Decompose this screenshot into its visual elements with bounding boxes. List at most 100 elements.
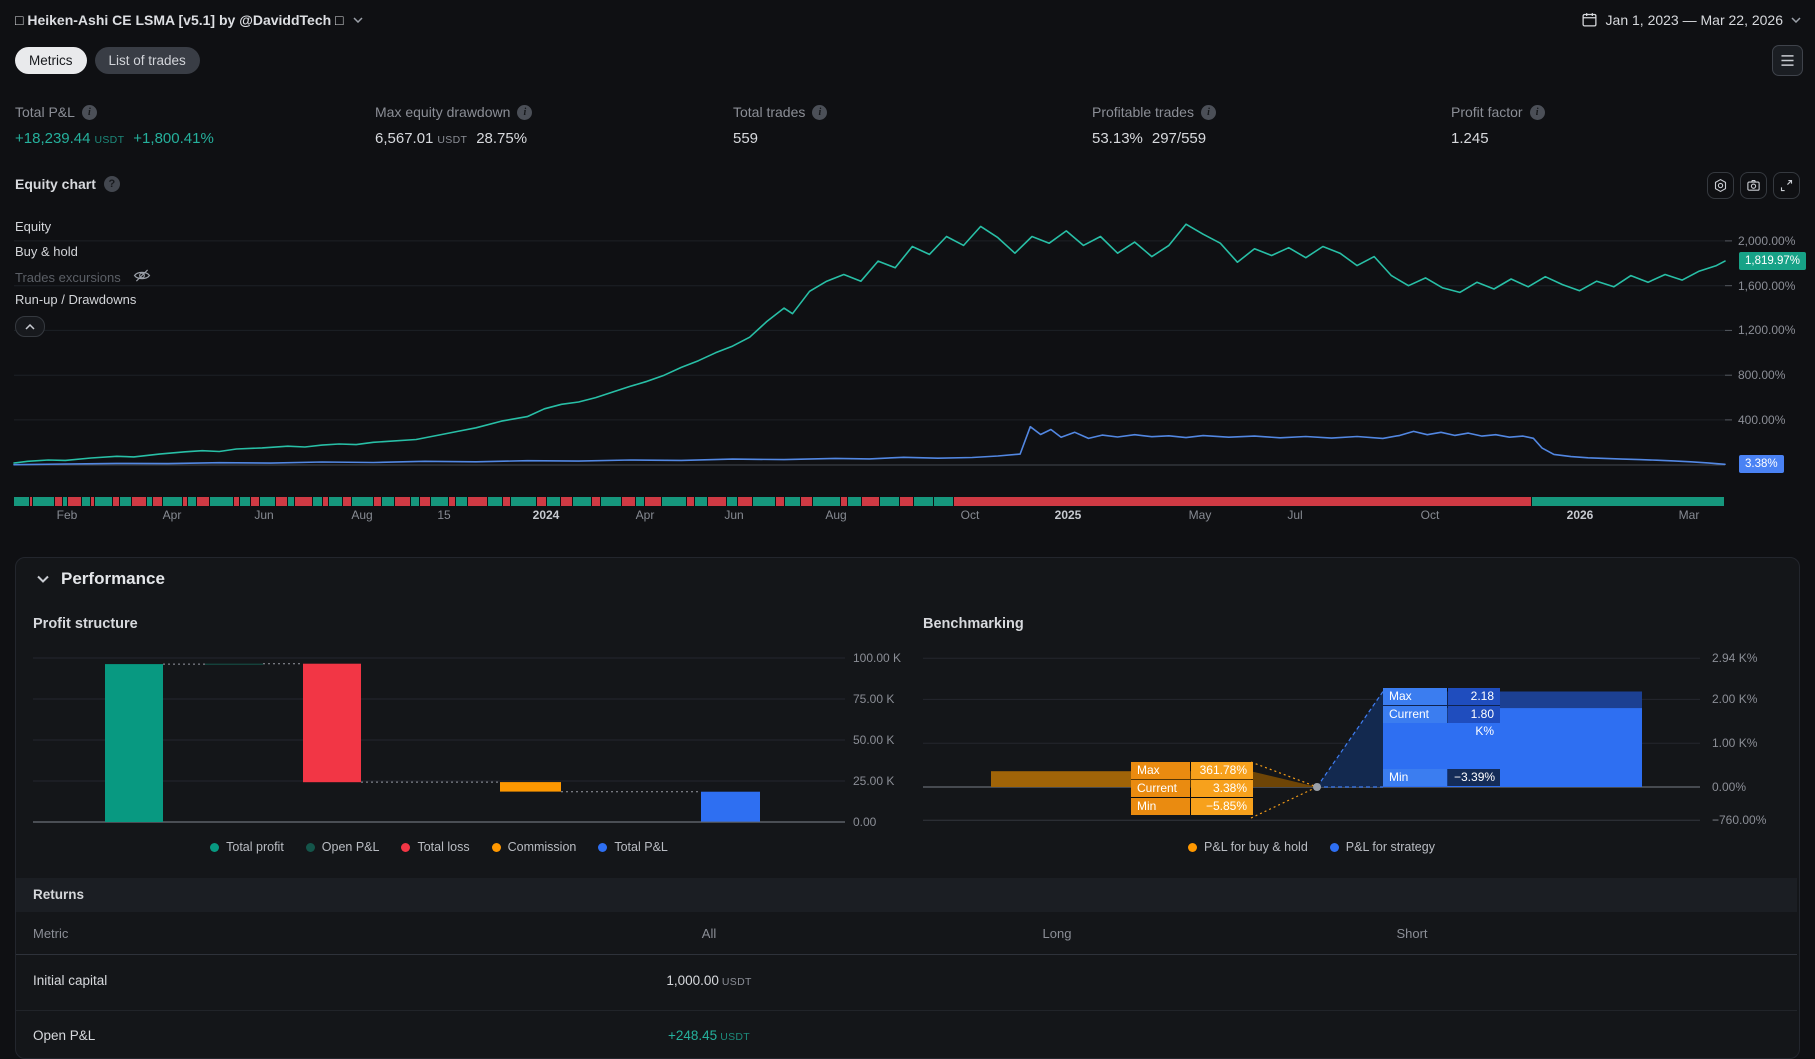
x-axis-label: Jun bbox=[254, 508, 274, 522]
stat-label: Max bbox=[1383, 688, 1447, 705]
performance-title: Performance bbox=[61, 569, 165, 588]
x-axis-label: Mar bbox=[1678, 508, 1700, 522]
calendar-icon bbox=[1582, 13, 1597, 27]
legend-chip-commission[interactable]: Commission bbox=[491, 840, 576, 854]
stat-value: −3.39% bbox=[1448, 769, 1500, 786]
profit-y-tick: 50.00 K bbox=[853, 733, 895, 747]
legend-dot bbox=[210, 842, 220, 852]
x-axis-label: Feb bbox=[56, 508, 78, 522]
legend-dot bbox=[1329, 842, 1339, 852]
benchmark-y-tick: 0.00% bbox=[1712, 780, 1747, 794]
chart-snapshot-button[interactable] bbox=[1740, 172, 1767, 199]
returns-section-header: Returns bbox=[16, 878, 1797, 912]
profit-y-tick: 0.00 bbox=[853, 815, 877, 829]
metric-value: 6,567.01 USDT 28.75% bbox=[375, 130, 528, 147]
benchmarking-title: Benchmarking bbox=[923, 616, 1024, 632]
fullscreen-button[interactable] bbox=[1773, 172, 1800, 199]
equity-y-tick: 1,200.00% bbox=[1738, 323, 1796, 338]
x-axis-label: Jun bbox=[724, 508, 744, 522]
stat-label: Min bbox=[1383, 769, 1447, 786]
info-icon[interactable]: i bbox=[1529, 104, 1545, 120]
legend-chip-total-profit[interactable]: Total profit bbox=[210, 840, 284, 854]
metric-label: Total P&L i bbox=[15, 104, 214, 120]
equity-y-tick: 400.00% bbox=[1738, 412, 1786, 427]
strategy-selector[interactable]: □ Heiken-Ashi CE LSMA [v5.1] by @DaviddT… bbox=[15, 12, 363, 28]
x-axis-label: 2025 bbox=[1054, 508, 1082, 522]
x-axis-label: May bbox=[1188, 508, 1212, 522]
legend-item-run-up-drawdowns[interactable]: Run-up / Drawdowns bbox=[15, 292, 136, 307]
metric-label: Profit factor i bbox=[1451, 104, 1545, 120]
equity-y-tick: 800.00% bbox=[1738, 368, 1786, 383]
x-axis-label: 2026 bbox=[1566, 508, 1594, 522]
chevron-down-icon bbox=[37, 575, 49, 583]
metric-value: 53.13% 297/559 bbox=[1092, 130, 1207, 147]
performance-header[interactable]: Performance bbox=[37, 569, 165, 589]
panel-layout-button[interactable] bbox=[1772, 45, 1803, 76]
strategy-title: □ Heiken-Ashi CE LSMA [v5.1] by @DaviddT… bbox=[15, 12, 344, 28]
legend-dot bbox=[401, 842, 411, 852]
metric-profitable-trades: Profitable trades i 53.13% 297/559 bbox=[1092, 104, 1216, 147]
equity-y-tick: 1,600.00% bbox=[1738, 278, 1796, 293]
legend-dot bbox=[1188, 842, 1198, 852]
table-divider bbox=[16, 954, 1797, 955]
price-badge-buy-hold: 3.38% bbox=[1739, 455, 1784, 474]
x-axis-label: Oct bbox=[960, 508, 980, 522]
legend-chip-total-loss[interactable]: Total loss bbox=[401, 840, 470, 854]
legend-chip-open-p-l[interactable]: Open P&L bbox=[305, 840, 379, 854]
metric-value: 1.245 bbox=[1451, 130, 1489, 147]
stat-label: Current bbox=[1131, 780, 1190, 797]
x-axis-label: 15 bbox=[437, 508, 451, 522]
metric-max-equity-drawdown: Max equity drawdown i 6,567.01 USDT 28.75% bbox=[375, 104, 533, 147]
legend-item-equity[interactable]: Equity bbox=[15, 219, 51, 234]
metric-label: Profitable trades i bbox=[1092, 104, 1216, 120]
stat-value: 1.80 K% bbox=[1448, 706, 1500, 738]
returns-col-long: Long bbox=[1042, 926, 1072, 941]
benchmark-y-tick: 2.00 K% bbox=[1712, 692, 1758, 707]
x-axis-label: 2024 bbox=[532, 508, 560, 522]
help-icon[interactable]: ? bbox=[103, 176, 120, 192]
legend-dot bbox=[305, 842, 315, 852]
chart-settings-button[interactable] bbox=[1707, 172, 1734, 199]
benchmarking-legend: P&L for buy & hold P&L for strategy bbox=[923, 840, 1700, 854]
metric-total-p-l: Total P&L i +18,239.44 USDT +1,800.41% bbox=[15, 104, 214, 147]
strategy-min-box: Min −3.39% bbox=[1383, 769, 1500, 786]
profit-structure-title: Profit structure bbox=[33, 616, 138, 632]
equity-chart-header: Equity chart ? bbox=[15, 176, 120, 192]
legend-dot bbox=[598, 842, 608, 852]
profit-y-tick: 100.00 K bbox=[853, 651, 902, 665]
tab-metrics[interactable]: Metrics bbox=[15, 47, 87, 74]
stat-value: −5.85% bbox=[1191, 798, 1253, 815]
info-icon[interactable]: i bbox=[1200, 104, 1216, 120]
profit-y-tick: 75.00 K bbox=[853, 692, 895, 706]
date-range-picker[interactable]: Jan 1, 2023 — Mar 22, 2026 bbox=[1581, 11, 1801, 28]
date-range-label: Jan 1, 2023 — Mar 22, 2026 bbox=[1605, 11, 1783, 28]
tab-list-of-trades[interactable]: List of trades bbox=[94, 47, 200, 74]
equity-y-tick: 2,000.00% bbox=[1738, 233, 1796, 248]
eye-off-icon[interactable] bbox=[133, 268, 151, 286]
legend-chip-p-l-for-buy-hold[interactable]: P&L for buy & hold bbox=[1188, 840, 1308, 854]
legend-dot bbox=[491, 842, 501, 852]
expand-icon bbox=[1780, 179, 1793, 192]
metric-label: Total trades i bbox=[733, 104, 828, 120]
legend-item-trades-excursions[interactable]: Trades excursions bbox=[15, 268, 151, 286]
x-axis-label: Jul bbox=[1287, 508, 1303, 522]
legend-chip-p-l-for-strategy[interactable]: P&L for strategy bbox=[1329, 840, 1435, 854]
info-icon[interactable]: i bbox=[517, 104, 533, 120]
legend-chip-total-p-l[interactable]: Total P&L bbox=[598, 840, 668, 854]
info-icon[interactable]: i bbox=[81, 104, 97, 120]
returns-row-metric: Initial capital bbox=[33, 973, 108, 988]
stat-value: 361.78% bbox=[1191, 762, 1253, 779]
price-badge-equity: 1,819.97% bbox=[1739, 252, 1806, 271]
strategy-max-current-box: Max2.18 K%Current1.80 K% bbox=[1383, 688, 1500, 738]
info-icon[interactable]: i bbox=[812, 104, 828, 120]
gear-icon bbox=[1714, 179, 1727, 192]
metric-label: Max equity drawdown i bbox=[375, 104, 533, 120]
stat-value: 3.38% bbox=[1191, 780, 1253, 797]
benchmark-y-tick: 1.00 K% bbox=[1712, 736, 1758, 751]
equity-chart-title: Equity chart bbox=[15, 176, 96, 192]
legend-item-buy-hold[interactable]: Buy & hold bbox=[15, 244, 78, 259]
x-axis-label: Apr bbox=[162, 508, 182, 522]
collapse-legend-button[interactable] bbox=[15, 316, 45, 337]
stat-label: Min bbox=[1131, 798, 1190, 815]
x-axis-label: Aug bbox=[825, 508, 847, 522]
